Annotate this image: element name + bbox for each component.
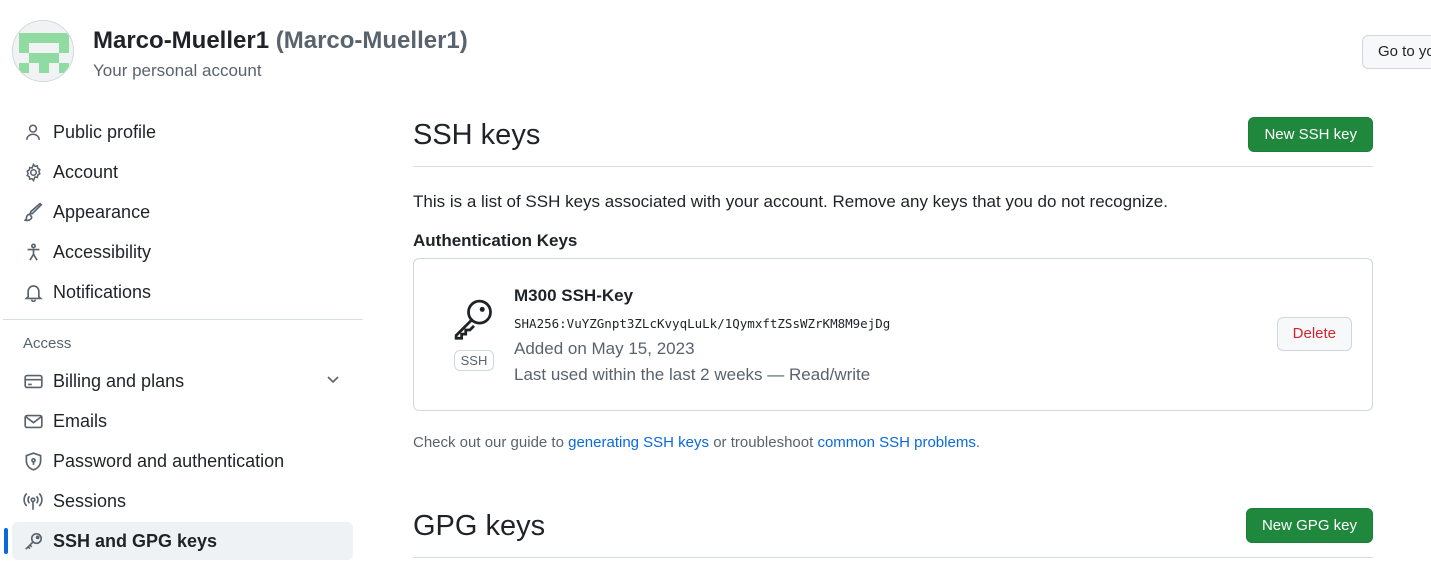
- avatar[interactable]: [12, 20, 74, 82]
- ssh-key-title: M300 SSH-Key: [514, 286, 634, 305]
- settings-sidebar: Public profile Account Appearance Access…: [0, 113, 365, 562]
- sidebar-item-appearance[interactable]: Appearance: [12, 193, 353, 231]
- sidebar-item-emails[interactable]: Emails: [12, 402, 353, 440]
- header-text: Marco-Mueller1 (Marco-Mueller1) Your per…: [93, 27, 468, 81]
- ssh-intro-text: This is a list of SSH keys associated wi…: [413, 192, 1168, 211]
- guide-prefix: Check out our guide to: [413, 434, 569, 451]
- guide-middle: or troubleshoot: [709, 434, 818, 451]
- goto-profile-button[interactable]: Go to your personal profile: [1362, 35, 1431, 69]
- sidebar-item-label: Appearance: [53, 201, 151, 222]
- paintbrush-icon: [22, 201, 44, 223]
- generating-ssh-keys-link[interactable]: generating SSH keys: [568, 434, 709, 451]
- login-name: (Marco-Mueller1): [275, 27, 468, 54]
- bell-icon: [22, 281, 44, 303]
- new-ssh-key-button[interactable]: New SSH key: [1248, 117, 1373, 152]
- key-icon-column: SSH: [452, 297, 496, 371]
- sidebar-item-accessibility[interactable]: Accessibility: [12, 233, 353, 271]
- broadcast-icon: [22, 490, 44, 512]
- ssh-guide-text: Check out our guide to generating SSH ke…: [413, 434, 980, 451]
- account-header: Marco-Mueller1 (Marco-Mueller1) Your per…: [12, 20, 468, 82]
- user-line: Marco-Mueller1 (Marco-Mueller1): [93, 27, 468, 55]
- shield-lock-icon: [22, 450, 44, 472]
- key-icon: [22, 530, 44, 552]
- gpg-keys-title: GPG keys: [413, 510, 546, 542]
- sidebar-section-access: Access: [23, 335, 72, 352]
- common-ssh-problems-link[interactable]: common SSH problems: [817, 434, 975, 451]
- credit-card-icon: [22, 370, 44, 392]
- display-name[interactable]: Marco-Mueller1: [93, 27, 269, 54]
- gear-icon: [22, 161, 44, 183]
- sidebar-item-public-profile[interactable]: Public profile: [12, 113, 353, 151]
- sidebar-item-label: Accessibility: [53, 241, 152, 262]
- gpg-section-header: GPG keys New GPG key: [413, 506, 1373, 558]
- sidebar-item-account[interactable]: Account: [12, 153, 353, 191]
- person-icon: [22, 121, 44, 143]
- new-gpg-key-button[interactable]: New GPG key: [1245, 508, 1373, 543]
- identicon-image: [13, 21, 73, 81]
- sidebar-item-billing[interactable]: Billing and plans: [12, 362, 353, 400]
- mail-icon: [22, 410, 44, 432]
- ssh-type-badge: SSH: [453, 350, 495, 371]
- guide-suffix: .: [975, 434, 980, 451]
- delete-ssh-key-button[interactable]: Delete: [1276, 317, 1352, 351]
- sidebar-item-notifications[interactable]: Notifications: [12, 273, 353, 311]
- sidebar-item-sessions[interactable]: Sessions: [12, 482, 353, 520]
- page: Marco-Mueller1 (Marco-Mueller1) Your per…: [0, 0, 1431, 575]
- authentication-keys-heading: Authentication Keys: [413, 231, 578, 250]
- ssh-key-added-date: Added on May 15, 2023: [514, 339, 695, 358]
- accessibility-icon: [22, 241, 44, 263]
- sidebar-item-label: Billing and plans: [53, 370, 185, 391]
- sidebar-item-label: Account: [53, 161, 119, 182]
- ssh-keys-title: SSH keys: [413, 119, 541, 151]
- sidebar-item-label: Public profile: [53, 121, 157, 142]
- sidebar-divider: [3, 319, 363, 320]
- sidebar-item-label: Notifications: [53, 281, 152, 302]
- sidebar-item-label: SSH and GPG keys: [53, 530, 218, 551]
- ssh-key-item: SSH M300 SSH-Key SHA256:VuYZGnpt3ZLcKvyq…: [413, 258, 1373, 411]
- chevron-down-icon[interactable]: [325, 371, 341, 392]
- key-large-icon: [454, 299, 492, 340]
- sidebar-item-password-auth[interactable]: Password and authentication: [12, 442, 353, 480]
- sidebar-item-ssh-gpg-keys[interactable]: SSH and GPG keys: [4, 522, 353, 560]
- ssh-section-header: SSH keys New SSH key: [413, 115, 1373, 167]
- account-subtitle: Your personal account: [93, 61, 262, 80]
- ssh-key-last-used: Last used within the last 2 weeks — Read…: [514, 365, 871, 384]
- sidebar-item-label: Sessions: [53, 490, 127, 511]
- sidebar-item-label: Password and authentication: [53, 450, 285, 471]
- ssh-key-fingerprint: SHA256:VuYZGnpt3ZLcKvyqLuLk/1QymxftZSsWZ…: [514, 316, 891, 331]
- sidebar-item-label: Emails: [53, 410, 108, 431]
